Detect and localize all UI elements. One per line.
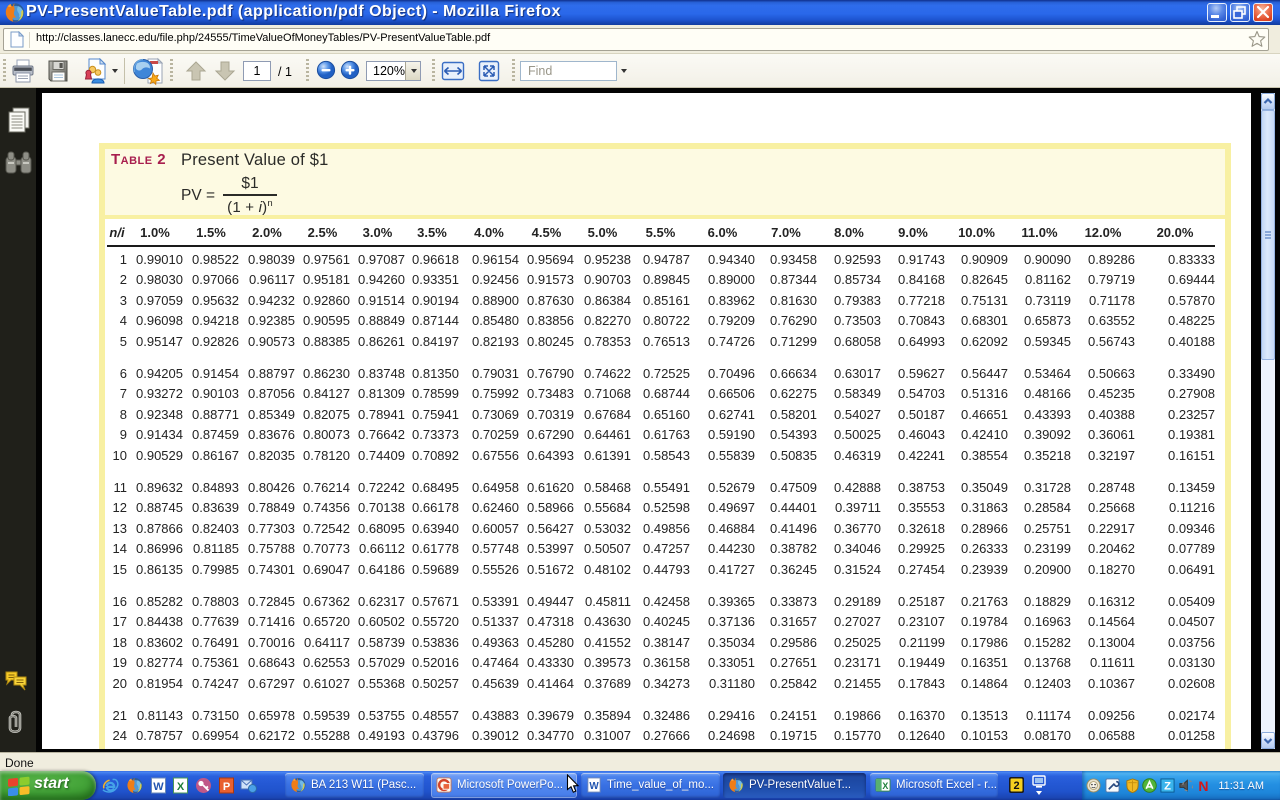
svg-text:2: 2 xyxy=(1013,780,1019,792)
svg-text:W: W xyxy=(589,781,599,792)
svg-text:P: P xyxy=(223,781,230,793)
svg-text:Z: Z xyxy=(1164,781,1171,793)
svg-text:X: X xyxy=(177,781,185,793)
svg-text:N: N xyxy=(1198,778,1208,793)
svg-text:W: W xyxy=(153,781,164,793)
svg-text:X: X xyxy=(882,781,888,791)
